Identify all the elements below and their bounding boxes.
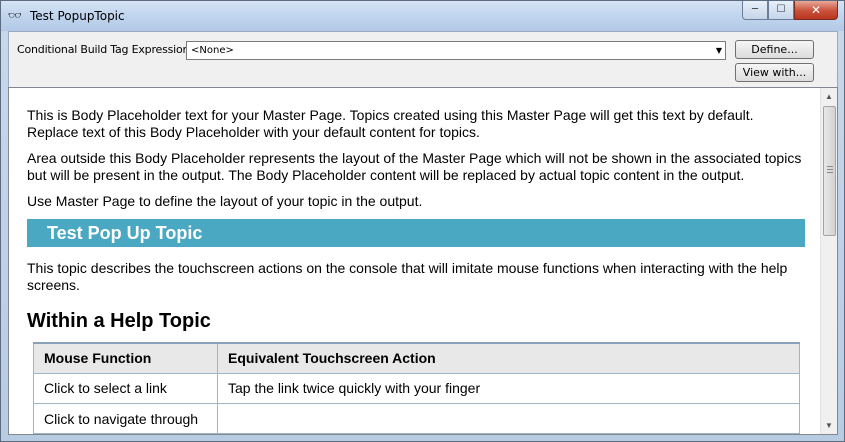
body-placeholder-paragraph-1: This is Body Placeholder text for your M… <box>27 107 754 140</box>
column-header-touch-action: Equivalent Touchscreen Action <box>217 342 800 374</box>
table-row: Click to select a link Tap the link twic… <box>33 372 800 404</box>
toolbar: Conditional Build Tag Expression: <None>… <box>8 31 838 87</box>
table-cell: Click to navigate through <box>33 402 218 434</box>
glasses-icon: 👓︎ <box>8 9 22 22</box>
touch-actions-table: Mouse Function Equivalent Touchscreen Ac… <box>33 342 800 434</box>
table-cell <box>217 402 800 434</box>
window-title: Test PopupTopic <box>30 9 125 23</box>
body-placeholder-paragraph-2: Area outside this Body Placeholder repre… <box>27 150 802 183</box>
body-placeholder-paragraph-3: Use Master Page to define the layout of … <box>27 193 423 209</box>
column-header-mouse-function: Mouse Function <box>33 342 218 374</box>
grip-line <box>827 166 833 167</box>
window-controls: ─ ☐ ✕ <box>742 1 838 21</box>
section-heading: Within a Help Topic <box>27 310 211 332</box>
vertical-scrollbar[interactable]: ▲ ▼ <box>820 88 837 434</box>
maximize-button[interactable]: ☐ <box>768 1 794 20</box>
table-row: Click to navigate through <box>33 402 800 434</box>
table-cell: Tap the link twice quickly with your fin… <box>217 372 800 404</box>
topic-title-bar: Test Pop Up Topic <box>27 219 805 247</box>
dropdown-arrow-icon[interactable]: ▼ <box>716 42 722 59</box>
grip-line <box>827 172 833 173</box>
view-with-button[interactable]: View with... <box>735 63 814 82</box>
grip-line <box>827 169 833 170</box>
minimize-button[interactable]: ─ <box>742 1 768 20</box>
cbt-expression-dropdown[interactable]: <None> ▼ <box>186 41 726 60</box>
topic-document: This is Body Placeholder text for your M… <box>27 107 807 434</box>
topic-intro: This topic describes the touchscreen act… <box>27 260 788 293</box>
close-button[interactable]: ✕ <box>794 1 838 20</box>
cbt-expression-value: <None> <box>191 45 234 56</box>
title-bar[interactable]: 👓︎ Test PopupTopic ─ ☐ ✕ <box>1 1 844 31</box>
table-cell: Click to select a link <box>33 372 218 404</box>
table-header-row: Mouse Function Equivalent Touchscreen Ac… <box>33 342 800 374</box>
define-button[interactable]: Define... <box>735 40 814 59</box>
scroll-up-arrow-icon[interactable]: ▲ <box>821 88 837 105</box>
cbt-expression-label: Conditional Build Tag Expression: <box>17 43 193 56</box>
scrollbar-thumb[interactable] <box>823 106 836 236</box>
scroll-down-arrow-icon[interactable]: ▼ <box>821 417 837 434</box>
app-window: 👓︎ Test PopupTopic ─ ☐ ✕ Conditional Bui… <box>0 0 845 442</box>
preview-pane[interactable]: This is Body Placeholder text for your M… <box>8 87 838 435</box>
